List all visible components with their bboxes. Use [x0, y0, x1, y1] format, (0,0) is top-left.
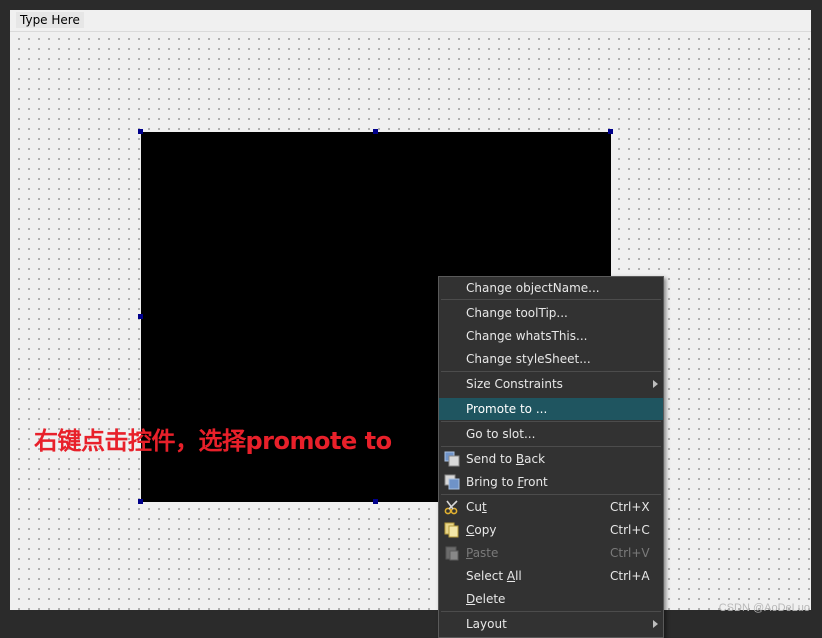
menu-item-change-tooltip[interactable]: Change toolTip...	[439, 302, 663, 324]
resize-handle-bottom-left[interactable]	[138, 499, 143, 504]
designer-form-canvas[interactable]: Type Here	[10, 10, 811, 610]
paste-icon	[445, 546, 459, 561]
resize-handle-bottom-middle[interactable]	[373, 499, 378, 504]
menu-item-label: Select All	[466, 569, 522, 583]
menu-separator	[441, 611, 661, 612]
menu-item-change-objectname[interactable]: Change objectName...	[439, 277, 663, 299]
menu-item-bring-to-front[interactable]: Bring to Front	[439, 471, 663, 493]
menu-item-label: Change objectName...	[466, 281, 600, 295]
menu-item-label: Change toolTip...	[466, 306, 568, 320]
menu-separator	[441, 371, 661, 372]
resize-handle-top-left[interactable]	[138, 129, 143, 134]
menu-item-size-constraints[interactable]: Size Constraints	[439, 373, 663, 395]
menu-item-change-stylesheet[interactable]: Change styleSheet...	[439, 348, 663, 370]
resize-handle-top-right[interactable]	[608, 129, 613, 134]
menu-item-label: Copy	[466, 523, 497, 537]
menu-item-label: Size Constraints	[466, 377, 563, 391]
menu-item-label: Layout	[466, 617, 507, 631]
copy-icon	[444, 522, 459, 538]
watermark: CSDN @AoDeLuo	[718, 602, 810, 614]
menu-item-shortcut: Ctrl+X	[610, 500, 650, 514]
annotation-text: 右键点击控件，选择promote to	[34, 427, 392, 455]
menu-separator	[441, 421, 661, 422]
resize-handle-middle-left[interactable]	[138, 314, 143, 319]
menu-item-label: Promote to ...	[466, 402, 548, 416]
submenu-arrow-icon	[653, 380, 658, 388]
menu-item-label: Go to slot...	[466, 427, 536, 441]
menu-separator	[441, 299, 661, 300]
menu-item-shortcut: Ctrl+A	[610, 569, 650, 583]
menu-item-layout[interactable]: Layout	[439, 613, 663, 635]
menu-item-label: Bring to Front	[466, 475, 548, 489]
menu-item-label: Send to Back	[466, 452, 546, 466]
menu-item-change-whatsthis[interactable]: Change whatsThis...	[439, 325, 663, 347]
scissors-icon	[444, 500, 458, 515]
resize-handle-top-middle[interactable]	[373, 129, 378, 134]
menu-item-cut[interactable]: Cut Ctrl+X	[439, 496, 663, 518]
menu-item-shortcut: Ctrl+V	[610, 546, 650, 560]
menu-item-shortcut: Ctrl+C	[610, 523, 650, 537]
menu-item-paste[interactable]: Paste Ctrl+V	[439, 542, 663, 564]
menu-separator	[441, 446, 661, 447]
menu-item-copy[interactable]: Copy Ctrl+C	[439, 519, 663, 541]
menu-item-label: Change styleSheet...	[466, 352, 591, 366]
menu-item-label: Cut	[466, 500, 487, 514]
form-menubar: Type Here	[10, 10, 811, 32]
menu-item-label: Change whatsThis...	[466, 329, 588, 343]
bring-to-front-icon	[444, 474, 460, 490]
menu-item-go-to-slot[interactable]: Go to slot...	[439, 423, 663, 445]
context-menu: Change objectName... Change toolTip... C…	[438, 276, 664, 638]
menu-item-delete[interactable]: Delete	[439, 588, 663, 610]
send-to-back-icon	[444, 451, 460, 467]
menu-item-label: Paste	[466, 546, 499, 560]
menu-type-here[interactable]: Type Here	[16, 12, 84, 28]
menu-item-label: Delete	[466, 592, 506, 606]
menu-item-send-to-back[interactable]: Send to Back	[439, 448, 663, 470]
menu-separator	[441, 494, 661, 495]
submenu-arrow-icon	[653, 620, 658, 628]
menu-item-promote-to[interactable]: Promote to ...	[439, 398, 663, 420]
menu-item-select-all[interactable]: Select All Ctrl+A	[439, 565, 663, 587]
